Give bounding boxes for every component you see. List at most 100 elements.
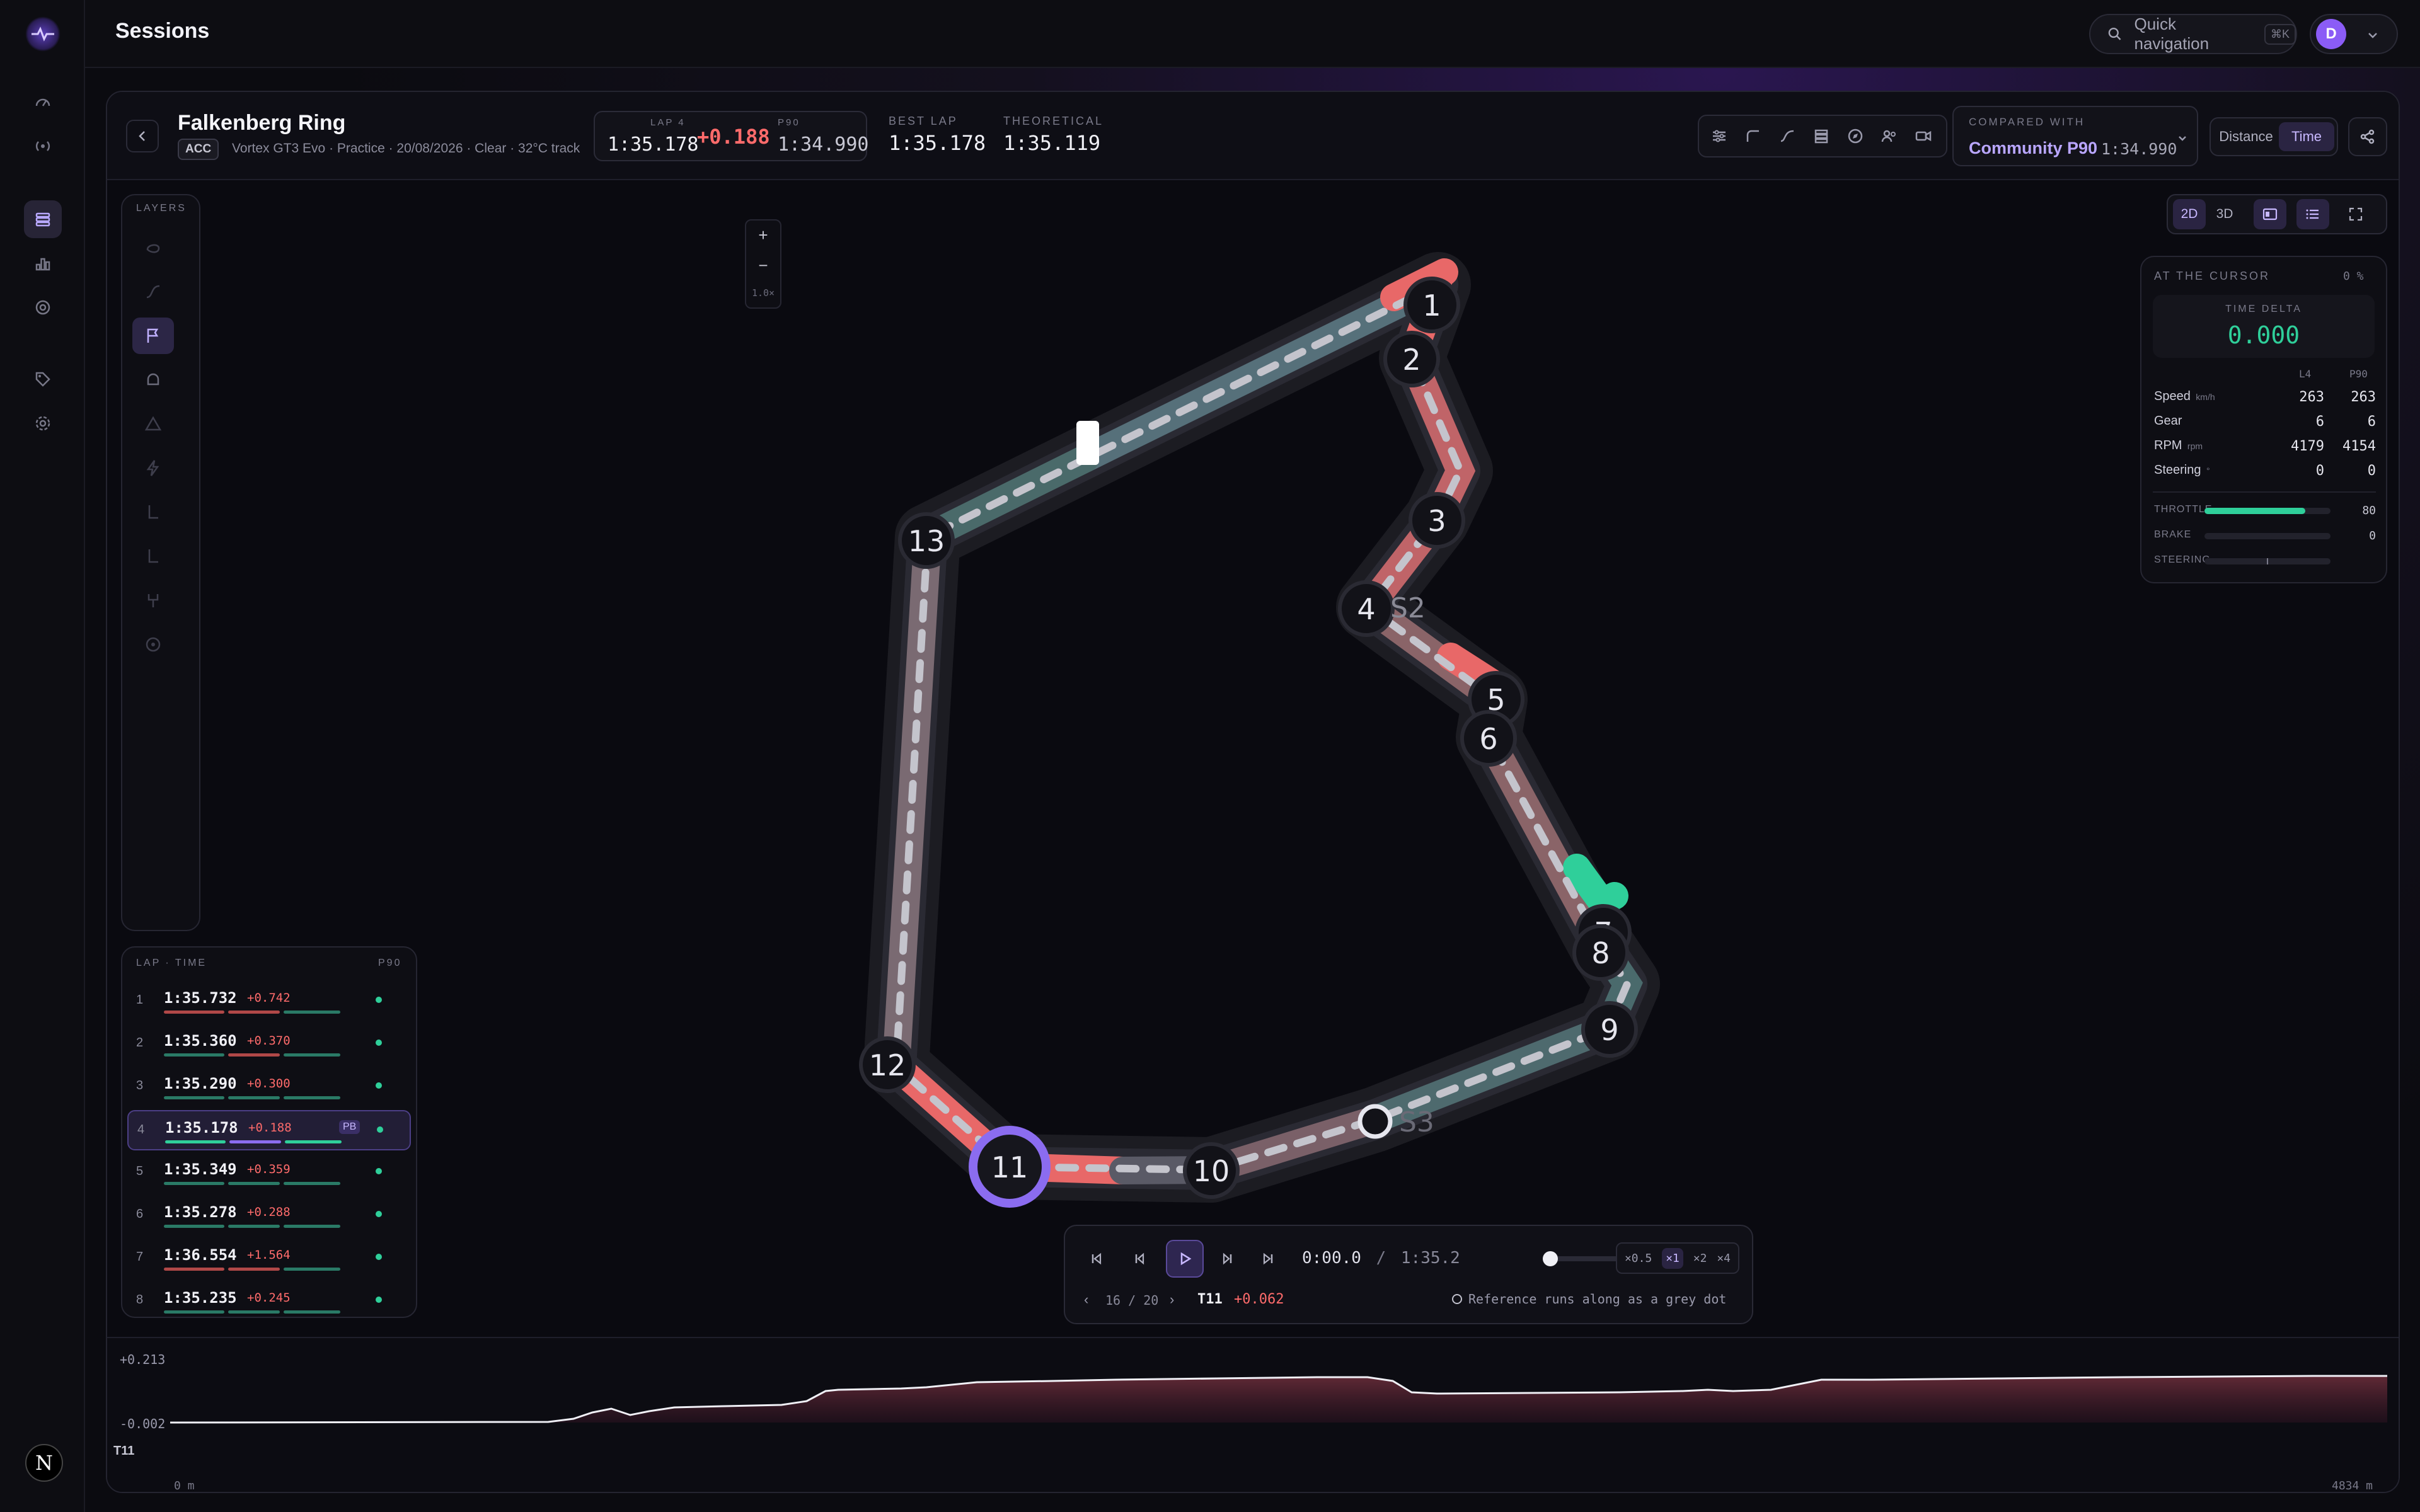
turn-1: 1 <box>1403 277 1460 333</box>
chevron-down-icon <box>2368 33 2377 38</box>
sector-bar <box>284 1268 340 1271</box>
sector-bar <box>164 1011 224 1014</box>
lap-row[interactable]: 4 1:35.178 +0.188 PB <box>127 1110 411 1150</box>
playback-time: 0:00.0 / 1:35.2 <box>1302 1249 1460 1268</box>
readout-unit: ° <box>2206 466 2210 476</box>
list-toggle-button[interactable] <box>2296 199 2329 229</box>
speed-option[interactable]: ×2 <box>1693 1252 1707 1265</box>
speed-option[interactable]: ×0.5 <box>1625 1252 1652 1265</box>
lap-time: 1:35.235 <box>164 1289 237 1307</box>
lap-list-header: LAP · TIME <box>136 958 207 968</box>
svg-text:13: 13 <box>908 524 945 558</box>
sector-bar <box>228 1310 280 1314</box>
lap-row[interactable]: 5 1:35.349 +0.359 <box>127 1153 411 1193</box>
tag-icon[interactable] <box>24 360 62 398</box>
lap-row[interactable]: 6 1:35.278 +0.288 <box>127 1196 411 1236</box>
readout-row: RPM rpm 4179 4154 <box>2154 438 2376 459</box>
target-icon[interactable] <box>24 289 62 326</box>
time-delta-value: 0.000 <box>2227 321 2300 349</box>
step-prev-button[interactable]: ‹ <box>1084 1292 1088 1308</box>
turn-12: 12 <box>859 1036 916 1093</box>
lap-list-ref-header: P90 <box>378 958 402 968</box>
time-delta-label: TIME DELTA <box>2225 304 2302 314</box>
sector-bar <box>228 1182 280 1185</box>
lap-row[interactable]: 1 1:35.732 +0.742 <box>127 982 411 1022</box>
speed-option-active[interactable]: ×1 <box>1662 1247 1683 1269</box>
sector-label-s3: S3 <box>1399 1106 1434 1138</box>
page-title: Sessions <box>115 19 210 43</box>
playback-controls: 0:00.0 / 1:35.2 ×0.5 ×1 ×2 ×4 ‹ 16 / 20 … <box>1064 1225 1753 1324</box>
time-separator: / <box>1376 1249 1386 1268</box>
top-bar: Sessions Quick navigation ⌘K D <box>85 0 2420 68</box>
step-back-icon <box>1135 1252 1144 1265</box>
turn-2: 2 <box>1383 331 1440 387</box>
sector-bar <box>164 1096 224 1099</box>
readout-label: Speed <box>2154 389 2191 403</box>
view-3d-button[interactable]: 3D <box>2208 199 2241 229</box>
sessions-icon[interactable] <box>24 200 62 238</box>
turn-6: 6 <box>1460 710 1517 767</box>
skip-end-button[interactable] <box>1254 1245 1282 1273</box>
fullscreen-button[interactable] <box>2339 199 2372 229</box>
live-signal-icon[interactable] <box>24 127 62 165</box>
sector-bar <box>228 1096 280 1099</box>
cursor-readout-panel: AT THE CURSOR 0 % TIME DELTA 0.000 L4 P9… <box>2140 256 2387 583</box>
view-2d-button[interactable]: 2D <box>2173 199 2206 229</box>
scrubber-handle[interactable] <box>1543 1251 1558 1266</box>
lap-time: 1:35.349 <box>164 1160 237 1178</box>
divider <box>2153 491 2376 493</box>
app-logo[interactable] <box>25 16 60 52</box>
cursor-title: AT THE CURSOR <box>2154 270 2271 282</box>
svg-text:2: 2 <box>1402 343 1420 377</box>
quick-navigation-button[interactable]: Quick navigation ⌘K <box>2089 14 2297 54</box>
user-menu[interactable]: D <box>2310 14 2398 54</box>
lap-row[interactable]: 8 1:35.235 +0.245 <box>127 1281 411 1317</box>
steering-bar-row: STEERING <box>2154 554 2376 573</box>
prev-frame-button[interactable] <box>1126 1245 1153 1273</box>
sector-bar <box>284 1011 340 1014</box>
lap-status-dot <box>376 1168 382 1174</box>
current-turn: T11 <box>1197 1292 1223 1307</box>
lap-delta: +0.300 <box>247 1077 291 1091</box>
steering-bar-track <box>2204 558 2331 564</box>
next-frame-button[interactable] <box>1214 1245 1242 1273</box>
bar-label: THROTTLE <box>2154 504 2213 515</box>
lap-number: 1 <box>136 993 144 1007</box>
reference-dot <box>1357 1104 1393 1139</box>
play-button[interactable] <box>1166 1240 1204 1278</box>
svg-text:6: 6 <box>1479 722 1497 756</box>
lap-status-dot <box>376 1082 382 1089</box>
play-icon <box>1180 1252 1192 1266</box>
lap-number: 8 <box>136 1293 144 1307</box>
track-surface <box>863 252 1660 1203</box>
workspace-badge[interactable]: N <box>25 1444 63 1482</box>
lap-delta: +0.245 <box>247 1291 291 1305</box>
step-next-button[interactable]: › <box>1170 1292 1174 1308</box>
turn-11-active: 11 <box>969 1126 1051 1208</box>
sector-bar <box>284 1225 340 1228</box>
svg-text:10: 10 <box>1193 1154 1230 1188</box>
delta-timeline[interactable]: +0.213 -0.002 T11 0 m 4834 m <box>107 1337 2399 1492</box>
sector-bar <box>228 1053 280 1057</box>
readout-label: Steering <box>2154 463 2201 477</box>
sector-bar <box>284 1096 340 1099</box>
lap-row[interactable]: 2 1:35.360 +0.370 <box>127 1024 411 1065</box>
app-sidebar: N <box>0 0 85 1512</box>
speed-option[interactable]: ×4 <box>1717 1252 1731 1265</box>
sidebar-panel-icon <box>2262 208 2278 220</box>
settings-gear-icon[interactable] <box>24 404 62 442</box>
lap-time: 1:35.290 <box>164 1075 237 1092</box>
reference-hint: Reference runs along as a grey dot <box>1452 1292 1726 1307</box>
lap-row[interactable]: 3 1:35.290 +0.300 <box>127 1067 411 1108</box>
lap-row[interactable]: 7 1:36.554 +1.564 <box>127 1239 411 1279</box>
sector-bar <box>284 1053 340 1057</box>
svg-text:1: 1 <box>1422 289 1441 323</box>
total-time: 1:35.2 <box>1400 1249 1460 1268</box>
skip-start-button[interactable] <box>1083 1245 1110 1273</box>
step-counter: 16 / 20 <box>1105 1293 1159 1308</box>
lap-status-dot <box>376 1040 382 1046</box>
dashboard-icon[interactable] <box>24 83 62 121</box>
panel-toggle-button[interactable] <box>2254 199 2286 229</box>
analytics-icon[interactable] <box>24 244 62 282</box>
cursor-pct: 0 % <box>2343 270 2364 283</box>
